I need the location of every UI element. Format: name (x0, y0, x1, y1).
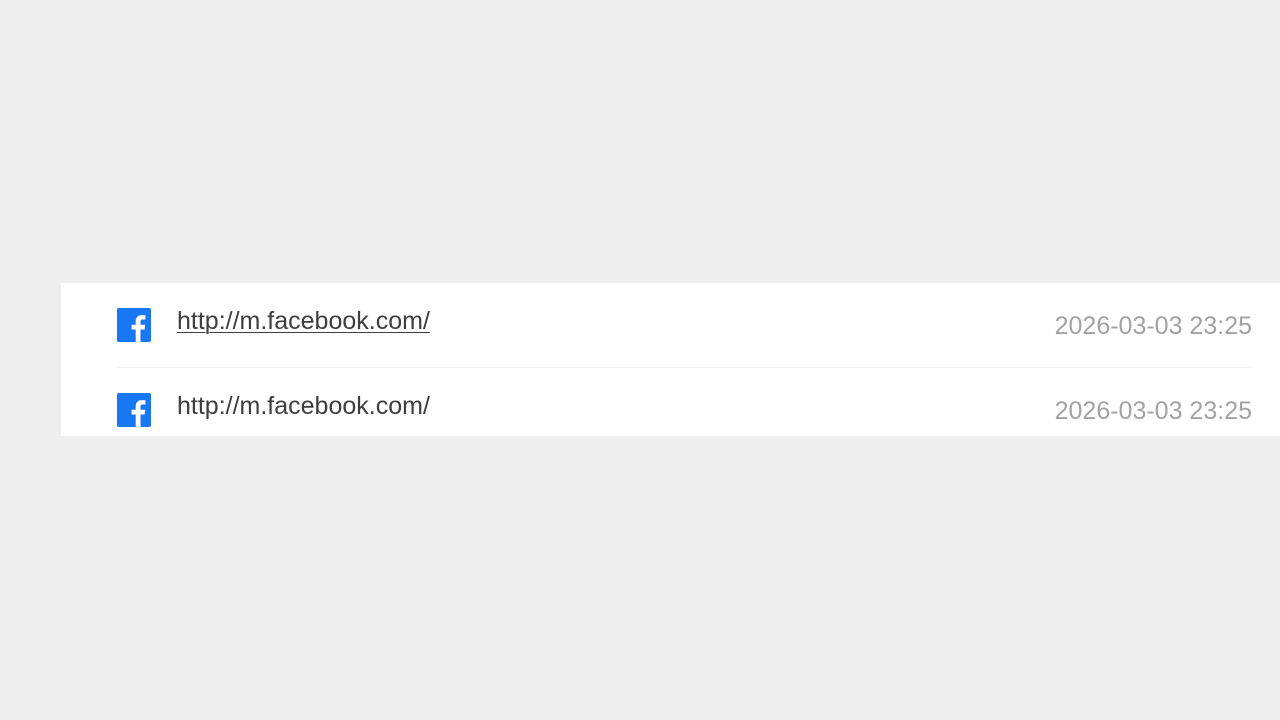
facebook-icon (117, 393, 151, 427)
facebook-icon (117, 308, 151, 342)
visit-timestamp: 2026-03-03 23:25 (1054, 312, 1252, 340)
history-entry[interactable]: http://m.facebook.com/ 2026-03-03 23:25 (117, 368, 1252, 436)
history-url-link[interactable]: http://m.facebook.com/ (177, 391, 430, 421)
history-entry[interactable]: http://m.facebook.com/ 2026-03-03 23:25 (117, 283, 1252, 368)
history-list: http://m.facebook.com/ 2026-03-03 23:25 … (61, 283, 1280, 436)
visit-timestamp: 2026-03-03 23:25 (1054, 397, 1252, 425)
history-url-link[interactable]: http://m.facebook.com/ (177, 306, 430, 336)
